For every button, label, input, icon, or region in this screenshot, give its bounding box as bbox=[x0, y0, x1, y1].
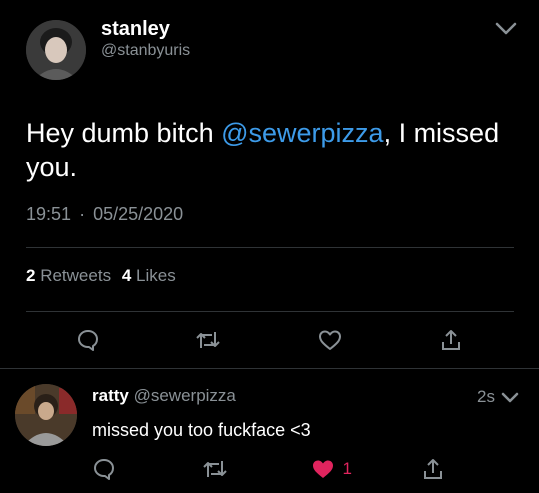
retweet-count: 2 bbox=[26, 266, 36, 285]
heart-icon bbox=[319, 330, 341, 350]
reply-handle[interactable]: @sewerpizza bbox=[134, 386, 236, 405]
tweet-stats: 2 Retweets 4 Likes bbox=[26, 266, 176, 286]
tweet-timestamp[interactable]: 19:51 · 05/25/2020 bbox=[26, 204, 183, 225]
reply-retweet-button[interactable] bbox=[202, 457, 228, 481]
timestamp-separator: · bbox=[79, 204, 86, 224]
reply-like-button[interactable]: 1 bbox=[311, 458, 352, 480]
reply-text: missed you too fuckface <3 bbox=[92, 420, 311, 440]
author-display-name[interactable]: stanley bbox=[101, 18, 170, 41]
mention-link[interactable]: @sewerpizza bbox=[221, 118, 383, 148]
divider bbox=[26, 311, 514, 312]
like-label: Likes bbox=[136, 266, 176, 285]
like-count: 4 bbox=[121, 266, 132, 285]
tweet-time: 19:51 bbox=[26, 204, 72, 224]
chevron-down-icon[interactable] bbox=[494, 21, 518, 37]
reply-like-count: 1 bbox=[342, 459, 352, 478]
divider bbox=[0, 368, 539, 369]
author-handle[interactable]: @stanbyuris bbox=[101, 42, 190, 60]
speech-bubble-icon bbox=[78, 330, 98, 351]
heart-icon bbox=[313, 460, 333, 478]
like-button[interactable] bbox=[318, 329, 342, 351]
reply-display-name[interactable]: ratty bbox=[92, 386, 129, 405]
like-stat[interactable]: 4 Likes bbox=[122, 266, 176, 285]
tweet-text-part: Hey dumb bitch bbox=[26, 118, 222, 148]
retweet-arrows-icon bbox=[203, 461, 227, 477]
reply-reply-button[interactable] bbox=[92, 457, 116, 481]
retweet-stat[interactable]: 2 Retweets bbox=[26, 266, 116, 285]
retweet-arrows-icon bbox=[196, 332, 220, 348]
tweet-text: Hey dumb bitch @sewerpizza, I missed you… bbox=[26, 116, 516, 184]
reply-header: ratty @sewerpizza bbox=[92, 386, 236, 406]
retweet-label: Retweets bbox=[40, 266, 112, 285]
share-upload-icon bbox=[424, 459, 442, 479]
reply-button[interactable] bbox=[76, 328, 100, 352]
author-avatar[interactable] bbox=[26, 20, 86, 80]
reply-share-button[interactable] bbox=[422, 457, 444, 481]
reply-author-avatar[interactable] bbox=[15, 384, 77, 446]
tweet-date: 05/25/2020 bbox=[93, 204, 184, 224]
chevron-down-icon[interactable] bbox=[500, 391, 520, 405]
share-button[interactable] bbox=[440, 328, 462, 352]
share-upload-icon bbox=[442, 330, 460, 350]
divider bbox=[26, 247, 514, 248]
retweet-button[interactable] bbox=[195, 328, 221, 352]
speech-bubble-icon bbox=[94, 459, 114, 480]
reply-age: 2s bbox=[477, 387, 495, 406]
